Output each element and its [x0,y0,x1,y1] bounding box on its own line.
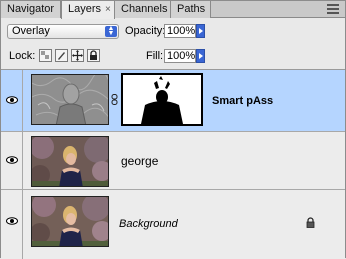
tab-label: Channels [121,3,168,15]
layer-thumbnail[interactable] [31,196,109,247]
tab-channels[interactable]: Channels [115,1,171,18]
opacity-slider-button[interactable] [196,24,205,38]
eye-icon[interactable] [6,96,18,104]
visibility-column [1,132,23,189]
lock-image-brush-icon[interactable] [55,49,68,62]
eye-icon[interactable] [6,217,18,225]
tab-label: Navigator [7,3,55,15]
blend-mode-select[interactable]: Overlay ▲ ▼ [7,24,119,39]
tab-bar: Navigator Layers × Channels Paths [1,1,345,19]
layer-name[interactable]: Background [119,218,178,230]
fill-field[interactable]: 100% [164,49,196,63]
layer-thumbnail[interactable] [31,136,109,187]
layer-name[interactable]: george [121,154,158,168]
tab-layers[interactable]: Layers × [61,1,115,19]
mask-link-chain-icon[interactable] [111,94,118,105]
layer-row-smart-pass[interactable]: Smart pAss [1,70,345,132]
tab-label: Paths [177,3,206,15]
layers-list: Smart pAss george Background [1,69,345,259]
lock-all-padlock-icon[interactable] [87,49,100,62]
lock-transparent-icon[interactable] [39,49,52,62]
lock-position-move-icon[interactable] [71,49,84,62]
visibility-column [1,70,23,131]
layers-panel: Navigator Layers × Channels Paths Overlay… [0,0,346,259]
layer-name[interactable]: Smart pAss [212,95,273,107]
tab-navigator[interactable]: Navigator [1,1,61,18]
lock-label: Lock: [9,50,36,62]
select-arrows-icon: ▲ ▼ [105,25,117,37]
layer-mask-thumbnail[interactable] [121,73,203,126]
opacity-label: Opacity: [125,25,166,37]
tab-paths[interactable]: Paths [171,1,211,18]
blend-mode-value: Overlay [12,25,50,37]
layer-row-george[interactable]: george [1,132,345,190]
layer-row-background[interactable]: Background [1,190,345,259]
tab-label: Layers [68,3,102,15]
opacity-field[interactable]: 100% [164,24,196,38]
fill-label: Fill: [146,50,164,62]
layer-locked-padlock-icon [306,217,315,228]
visibility-column [1,190,23,259]
eye-icon[interactable] [6,156,18,164]
fill-slider-button[interactable] [196,49,205,63]
panel-menu-icon[interactable] [327,4,339,14]
layer-thumbnail[interactable] [31,74,109,125]
close-icon[interactable]: × [105,4,111,15]
